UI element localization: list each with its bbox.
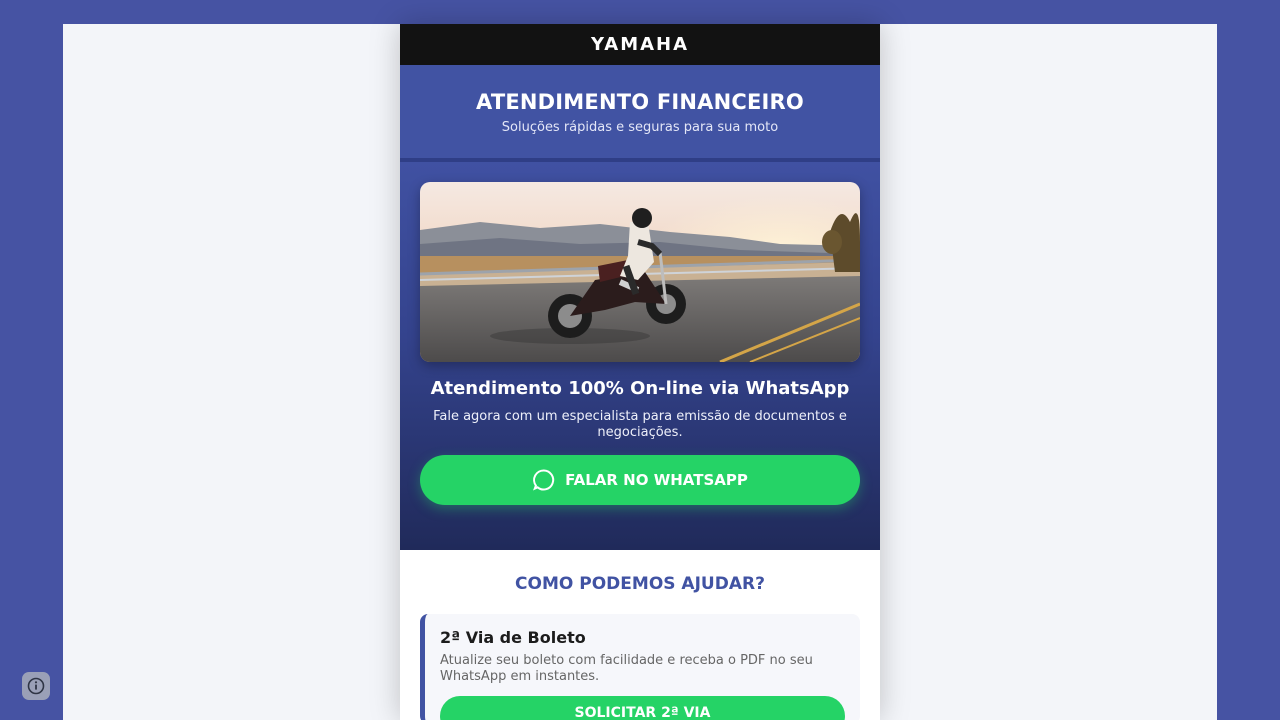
info-button[interactable] <box>22 672 50 700</box>
service-card-description: Atualize seu boleto com facilidade e rec… <box>440 653 813 684</box>
motorcycle-photo <box>420 182 860 362</box>
page-header: ATENDIMENTO FINANCEIRO Soluções rápidas … <box>400 65 880 162</box>
page-container: YAMAHA ATENDIMENTO FINANCEIRO Soluções r… <box>63 24 1217 720</box>
whatsapp-button-label: FALAR NO WHATSAPP <box>565 471 748 489</box>
whatsapp-icon <box>533 469 555 491</box>
page-subtitle: Soluções rápidas e seguras para sua moto <box>501 120 779 135</box>
request-copy-button[interactable]: SOLICITAR 2ª VIA <box>440 696 845 720</box>
request-copy-button-label: SOLICITAR 2ª VIA <box>574 705 711 720</box>
service-card: 2ª Via de Boleto Atualize seu boleto com… <box>420 614 860 720</box>
hero-description: Fale agora com um especialista para emis… <box>433 409 847 440</box>
help-section: COMO PODEMOS AJUDAR? 2ª Via de Boleto At… <box>400 550 880 720</box>
help-title: COMO PODEMOS AJUDAR? <box>515 574 765 594</box>
hero-section: Atendimento 100% On-line via WhatsApp Fa… <box>400 162 880 550</box>
brand-logo: YAMAHA <box>590 34 690 55</box>
page-title: ATENDIMENTO FINANCEIRO <box>476 90 804 114</box>
whatsapp-button[interactable]: FALAR NO WHATSAPP <box>420 455 860 505</box>
info-icon <box>27 677 45 695</box>
hero-title: Atendimento 100% On-line via WhatsApp <box>430 378 850 399</box>
landing-page: YAMAHA ATENDIMENTO FINANCEIRO Soluções r… <box>400 24 880 720</box>
brand-bar: YAMAHA <box>400 24 880 65</box>
service-card-title: 2ª Via de Boleto <box>440 628 586 647</box>
